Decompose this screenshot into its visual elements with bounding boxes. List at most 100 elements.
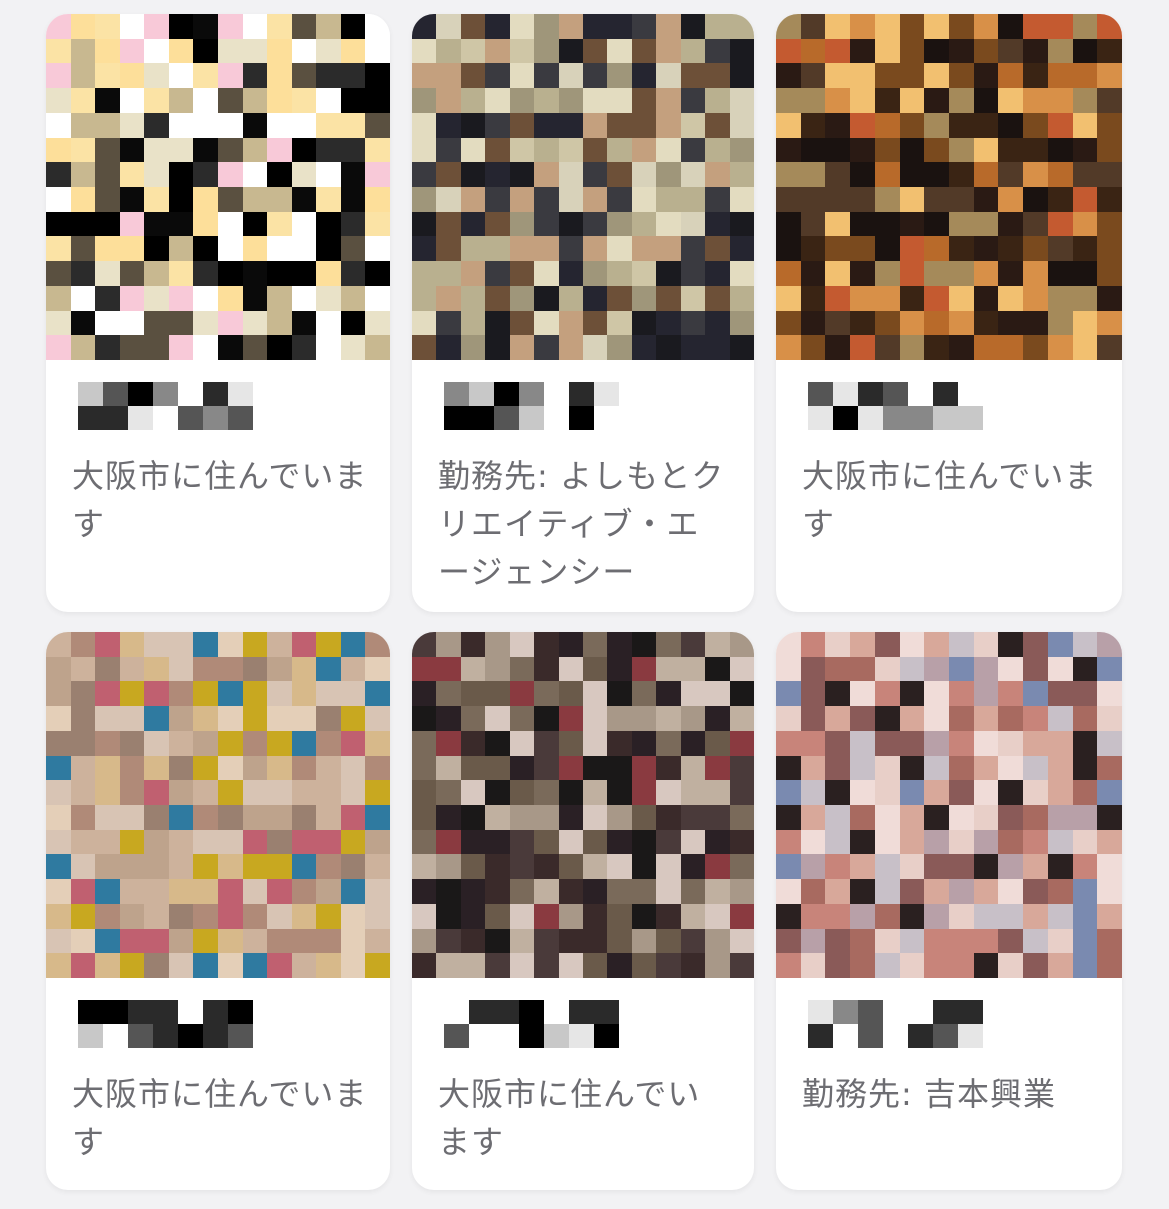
mosaic-tile (729, 162, 754, 187)
profile-photo-pixelated[interactable] (412, 632, 754, 978)
mosaic-tile (1097, 63, 1122, 89)
mosaic-tile (485, 211, 510, 237)
redaction-block (883, 382, 908, 406)
mosaic-tile (973, 829, 999, 855)
mosaic-tile (119, 137, 145, 163)
mosaic-tile (534, 829, 559, 855)
mosaic-tile (217, 706, 243, 731)
mosaic-tile (973, 879, 999, 904)
mosaic-tile (119, 928, 145, 954)
mosaic-tile (729, 261, 754, 286)
mosaic-tile (924, 903, 949, 929)
mosaic-tile (95, 162, 120, 187)
mosaic-tile (267, 903, 292, 929)
mosaic-tile (656, 706, 681, 731)
mosaic-tile (1097, 632, 1122, 657)
mosaic-tile (729, 656, 754, 682)
mosaic-tile (509, 829, 535, 855)
mosaic-tile (1097, 285, 1122, 311)
user-card[interactable]: 大阪市に住んでいます (46, 632, 390, 1190)
redaction-block (808, 406, 833, 430)
mosaic-tile (656, 755, 681, 781)
mosaic-tile (850, 186, 875, 212)
mosaic-tile (1023, 88, 1048, 113)
mosaic-tile (583, 804, 608, 830)
mosaic-tile (193, 780, 218, 805)
mosaic-tile (998, 656, 1024, 682)
mosaic-tile (193, 755, 218, 781)
mosaic-tile (850, 953, 875, 978)
redaction-block (958, 382, 983, 406)
mosaic-tile (436, 903, 461, 929)
mosaic-tile (144, 854, 169, 880)
mosaic-tile (607, 211, 632, 237)
redaction-block (908, 1024, 933, 1048)
mosaic-tile (656, 903, 681, 929)
redaction-block (203, 382, 228, 406)
mosaic-tile (291, 186, 317, 212)
user-card[interactable]: 勤務先: 吉本興業 (776, 632, 1122, 1190)
mosaic-tile (874, 63, 900, 89)
mosaic-tile (850, 88, 875, 113)
mosaic-tile (193, 38, 218, 64)
mosaic-tile (95, 755, 120, 781)
mosaic-tile (776, 211, 801, 237)
mosaic-tile (291, 681, 317, 707)
mosaic-tile (95, 261, 120, 286)
mosaic-tile (680, 285, 706, 311)
mosaic-tile (583, 211, 608, 237)
redaction-block (519, 406, 544, 430)
mosaic-tile (119, 854, 145, 880)
mosaic-tile (776, 38, 801, 64)
mosaic-tile (460, 186, 486, 212)
mosaic-tile (291, 879, 317, 904)
profile-photo-pixelated[interactable] (46, 632, 390, 978)
user-card-grid: 大阪市に住んでいます 勤務先: よしもとクリエイティブ・エージェンシー 大阪市に… (0, 0, 1169, 1209)
mosaic-tile (899, 310, 925, 336)
redaction-block (178, 1000, 203, 1024)
mosaic-tile (534, 112, 559, 138)
mosaic-tile (267, 285, 292, 311)
mosaic-tile (558, 854, 583, 880)
mosaic-tile (1023, 285, 1048, 311)
mosaic-tile (558, 706, 583, 731)
user-card[interactable]: 大阪市に住んでいます (776, 14, 1122, 612)
mosaic-tile (119, 310, 145, 336)
redaction-block (933, 1000, 958, 1024)
mosaic-tile (46, 730, 71, 756)
mosaic-tile (412, 854, 437, 880)
mosaic-tile (924, 211, 949, 237)
mosaic-tile (800, 780, 826, 805)
mosaic-tile (193, 335, 218, 360)
mosaic-tile (412, 137, 437, 163)
user-card[interactable]: 大阪市に住んでいます (46, 14, 390, 612)
mosaic-tile (874, 656, 900, 682)
mosaic-tile (1023, 804, 1048, 830)
profile-photo-pixelated[interactable] (776, 14, 1122, 360)
mosaic-tile (316, 285, 341, 311)
profile-photo-pixelated[interactable] (412, 14, 754, 360)
mosaic-tile (267, 829, 292, 855)
mosaic-tile (340, 137, 366, 163)
profile-photo-pixelated[interactable] (776, 632, 1122, 978)
mosaic-tile (776, 186, 801, 212)
mosaic-tile (365, 780, 390, 805)
user-card[interactable]: 勤務先: よしもとクリエイティブ・エージェンシー (412, 14, 754, 612)
redaction-block (153, 382, 178, 406)
mosaic-tile (365, 829, 390, 855)
mosaic-tile (460, 730, 486, 756)
mosaic-tile (998, 879, 1024, 904)
user-card[interactable]: 大阪市に住んでいます (412, 632, 754, 1190)
mosaic-tile (607, 755, 632, 781)
mosaic-tile (631, 632, 657, 657)
mosaic-tile (1023, 854, 1048, 880)
mosaic-tile (340, 879, 366, 904)
mosaic-tile (70, 706, 96, 731)
mosaic-tile (412, 730, 437, 756)
mosaic-tile (800, 928, 826, 954)
mosaic-tile (825, 879, 851, 904)
mosaic-tile (119, 656, 145, 682)
mosaic-tile (119, 335, 145, 360)
profile-photo-pixelated[interactable] (46, 14, 390, 360)
mosaic-tile (558, 186, 583, 212)
